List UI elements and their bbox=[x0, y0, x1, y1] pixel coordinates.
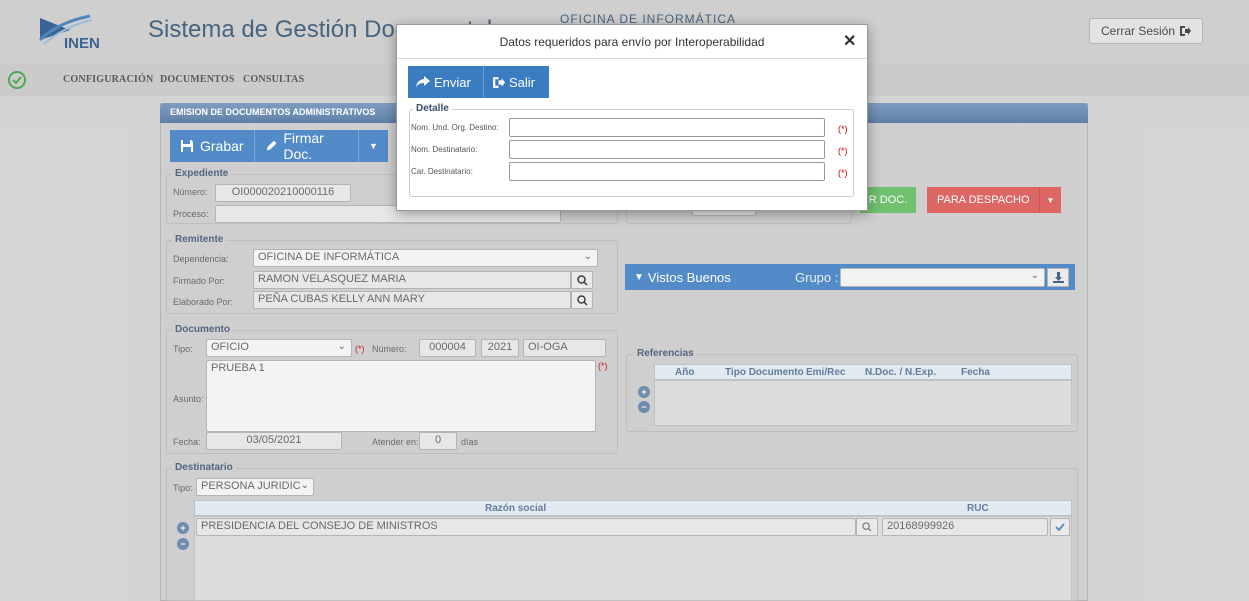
exit-label: Salir bbox=[509, 74, 536, 90]
nom-und-org-destino-label: Nom. Und. Org. Destino: bbox=[411, 123, 499, 132]
send-button[interactable]: Enviar bbox=[408, 66, 483, 98]
car-destinatario-label: Car. Destinatario: bbox=[411, 167, 473, 176]
interoperability-modal: Datos requeridos para envío por Interope… bbox=[396, 24, 868, 211]
exit-button[interactable]: Salir bbox=[483, 66, 549, 98]
nom-und-org-destino-input[interactable] bbox=[509, 118, 825, 137]
send-label: Enviar bbox=[434, 74, 471, 90]
close-icon[interactable]: ✕ bbox=[843, 31, 859, 50]
nom-destinatario-required: (*) bbox=[838, 146, 848, 156]
sign-out-icon bbox=[493, 76, 505, 88]
nom-und-org-destino-required: (*) bbox=[838, 124, 848, 134]
car-destinatario-required: (*) bbox=[838, 168, 848, 178]
detalle-legend: Detalle bbox=[413, 103, 452, 114]
share-arrow-icon bbox=[416, 76, 430, 87]
nom-destinatario-label: Nom. Destinatario: bbox=[411, 145, 478, 154]
car-destinatario-input[interactable] bbox=[509, 162, 825, 181]
modal-title: Datos requeridos para envío por Interope… bbox=[397, 25, 867, 59]
nom-destinatario-input[interactable] bbox=[509, 140, 825, 159]
